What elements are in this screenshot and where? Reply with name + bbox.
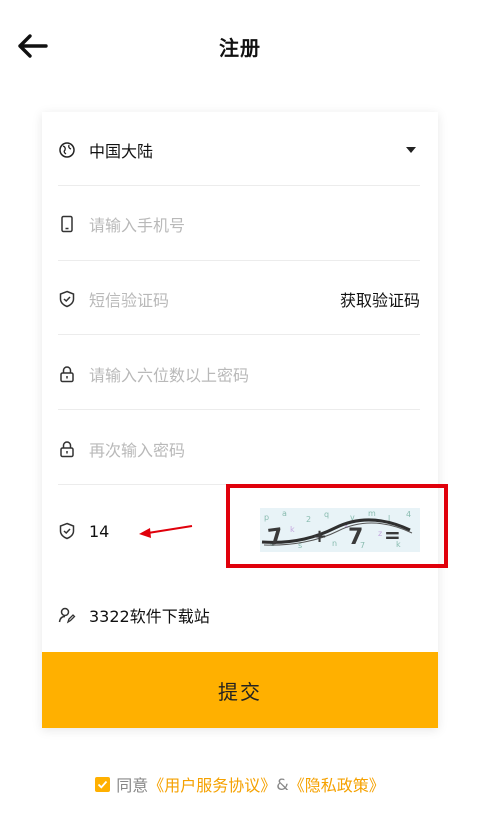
register-form-card: 中国大陆 请输入手机号 短信验证码 获取验证码 请输入六位数以上密码 再次输入密… xyxy=(42,112,438,728)
password-field[interactable]: 请输入六位数以上密码 xyxy=(58,362,420,386)
submit-button[interactable]: 提交 xyxy=(42,652,438,728)
agreement-prefix: 同意 xyxy=(116,776,149,795)
page-title: 注册 xyxy=(219,36,261,60)
confirm-password-field[interactable]: 再次输入密码 xyxy=(58,437,420,461)
password-input[interactable]: 请输入六位数以上密码 xyxy=(89,362,249,386)
divider xyxy=(58,260,420,261)
user-edit-icon xyxy=(58,606,76,624)
agreement-and: & xyxy=(276,774,289,794)
region-select[interactable]: 中国大陆 xyxy=(58,138,420,162)
divider xyxy=(58,334,420,335)
dropdown-caret-icon xyxy=(406,147,416,153)
phone-field[interactable]: 请输入手机号 xyxy=(58,212,420,236)
terms-link[interactable]: 《用户服务协议》 xyxy=(148,772,276,796)
lock-icon xyxy=(58,440,76,458)
invite-field[interactable]: 3322软件下载站 xyxy=(58,603,420,627)
shield-icon xyxy=(58,522,76,540)
get-code-button[interactable]: 获取验证码 xyxy=(340,287,420,311)
divider xyxy=(58,185,420,186)
lock-icon xyxy=(58,365,76,383)
region-value: 中国大陆 xyxy=(89,142,154,161)
header-bar: 注册 xyxy=(0,0,480,92)
captcha-input[interactable]: 14 xyxy=(89,522,109,541)
globe-icon xyxy=(58,141,76,159)
phone-input[interactable]: 请输入手机号 xyxy=(89,212,185,236)
invite-input[interactable]: 3322软件下载站 xyxy=(89,603,210,627)
confirm-password-input[interactable]: 再次输入密码 xyxy=(89,437,185,461)
shield-icon xyxy=(58,290,76,308)
sms-code-field[interactable]: 短信验证码 获取验证码 xyxy=(58,287,420,311)
annotation-arrow xyxy=(139,525,193,538)
phone-icon xyxy=(58,215,76,233)
sms-code-input[interactable]: 短信验证码 xyxy=(89,287,169,311)
captcha-highlight-box xyxy=(226,484,448,568)
privacy-link[interactable]: 《隐私政策》 xyxy=(289,772,385,796)
divider xyxy=(58,409,420,410)
agreement-row: 同意 《用户服务协议》 & 《隐私政策》 xyxy=(0,772,480,796)
checkbox-checked-icon[interactable] xyxy=(95,776,111,792)
